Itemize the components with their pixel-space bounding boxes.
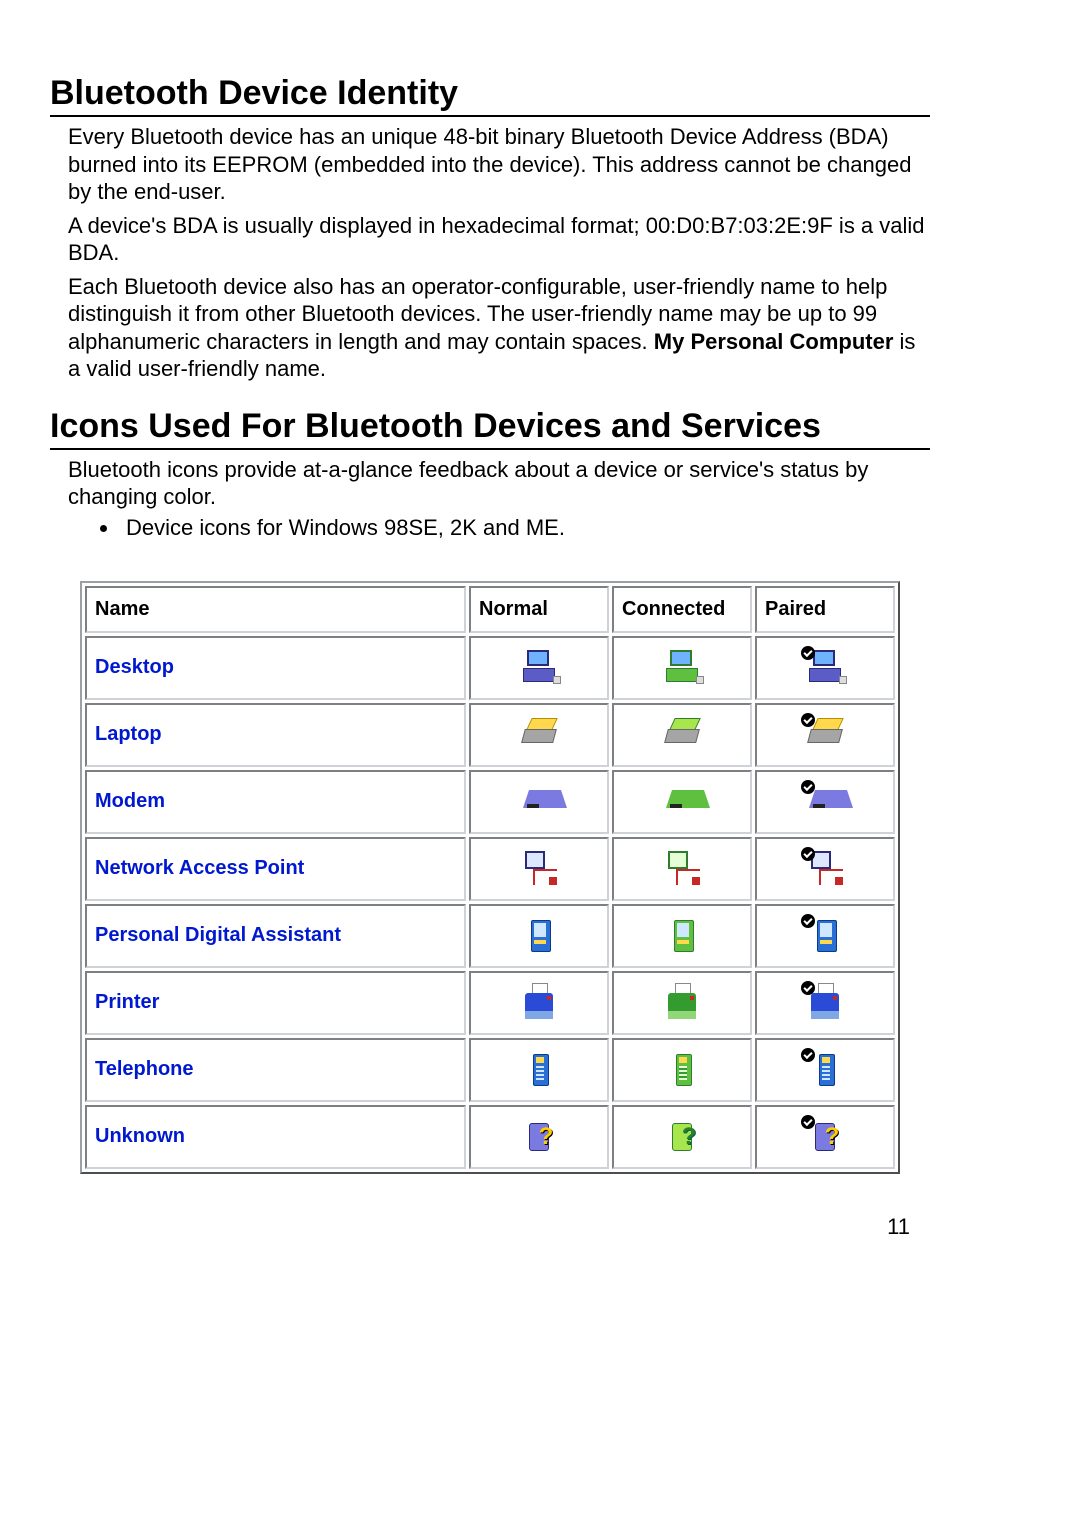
icon-cell-connected: [612, 770, 752, 834]
laptop-icon: [662, 715, 702, 755]
paired-check-icon: [801, 981, 815, 995]
device-name-cell: Telephone: [85, 1038, 466, 1102]
device-name-cell: Personal Digital Assistant: [85, 904, 466, 968]
modem-icon: [519, 782, 559, 822]
tel-icon: [662, 1050, 702, 1090]
unk-icon: ?: [805, 1117, 845, 1157]
icons-intro: Bluetooth icons provide at-a-glance feed…: [68, 456, 930, 511]
section-heading-identity: Bluetooth Device Identity: [50, 74, 930, 117]
modem-icon: [805, 782, 845, 822]
desktop-icon: [519, 648, 559, 688]
icon-cell-connected: [612, 904, 752, 968]
table-row: Laptop: [85, 703, 895, 767]
icon-cell-connected: [612, 703, 752, 767]
icon-cell-paired: ?: [755, 1105, 895, 1169]
icon-cell-connected: [612, 1038, 752, 1102]
device-name-cell: Modem: [85, 770, 466, 834]
icon-cell-paired: [755, 703, 895, 767]
device-name-cell: Network Access Point: [85, 837, 466, 901]
paired-check-icon: [801, 646, 815, 660]
thead-paired: Paired: [755, 586, 895, 633]
identity-para1: Every Bluetooth device has an unique 48-…: [68, 123, 930, 206]
printer-icon: [805, 983, 845, 1023]
desktop-icon: [805, 648, 845, 688]
printer-icon: [519, 983, 559, 1023]
table-row: Telephone: [85, 1038, 895, 1102]
identity-para3-bold: My Personal Computer: [654, 329, 894, 354]
pda-icon: [805, 916, 845, 956]
icon-cell-normal: ?: [469, 1105, 609, 1169]
icon-cell-paired: [755, 837, 895, 901]
nap-icon: [519, 849, 559, 889]
paired-check-icon: [801, 847, 815, 861]
printer-icon: [662, 983, 702, 1023]
modem-icon: [662, 782, 702, 822]
thead-connected: Connected: [612, 586, 752, 633]
icon-cell-connected: ?: [612, 1105, 752, 1169]
paired-check-icon: [801, 914, 815, 928]
icon-cell-normal: [469, 904, 609, 968]
table-row: Desktop: [85, 636, 895, 700]
table-row: Unknown???: [85, 1105, 895, 1169]
icon-cell-normal: [469, 636, 609, 700]
tel-icon: [519, 1050, 559, 1090]
thead-name: Name: [85, 586, 466, 633]
page-number: 11: [50, 1214, 930, 1240]
icon-cell-normal: [469, 770, 609, 834]
icon-cell-normal: [469, 971, 609, 1035]
device-name-cell: Desktop: [85, 636, 466, 700]
icon-cell-paired: [755, 971, 895, 1035]
nap-icon: [662, 849, 702, 889]
table-row: Modem: [85, 770, 895, 834]
icon-cell-connected: [612, 636, 752, 700]
device-name-cell: Laptop: [85, 703, 466, 767]
pda-icon: [662, 916, 702, 956]
paired-check-icon: [801, 713, 815, 727]
icon-cell-paired: [755, 1038, 895, 1102]
tel-icon: [805, 1050, 845, 1090]
icon-cell-normal: [469, 703, 609, 767]
icon-cell-connected: [612, 837, 752, 901]
table-row: Printer: [85, 971, 895, 1035]
paired-check-icon: [801, 1115, 815, 1129]
icon-cell-connected: [612, 971, 752, 1035]
identity-para2: A device's BDA is usually displayed in h…: [68, 212, 930, 267]
desktop-icon: [662, 648, 702, 688]
icon-cell-normal: [469, 837, 609, 901]
thead-normal: Normal: [469, 586, 609, 633]
laptop-icon: [519, 715, 559, 755]
icon-cell-paired: [755, 770, 895, 834]
icons-bullet-1: Device icons for Windows 98SE, 2K and ME…: [120, 515, 930, 541]
device-icon-table: Name Normal Connected Paired DesktopLapt…: [80, 581, 900, 1174]
pda-icon: [519, 916, 559, 956]
icon-cell-paired: [755, 904, 895, 968]
icon-cell-paired: [755, 636, 895, 700]
unk-icon: ?: [662, 1117, 702, 1157]
laptop-icon: [805, 715, 845, 755]
paired-check-icon: [801, 780, 815, 794]
icon-cell-normal: [469, 1038, 609, 1102]
paired-check-icon: [801, 1048, 815, 1062]
unk-icon: ?: [519, 1117, 559, 1157]
nap-icon: [805, 849, 845, 889]
identity-para3: Each Bluetooth device also has an operat…: [68, 273, 930, 383]
device-name-cell: Printer: [85, 971, 466, 1035]
table-row: Personal Digital Assistant: [85, 904, 895, 968]
table-row: Network Access Point: [85, 837, 895, 901]
section-heading-icons: Icons Used For Bluetooth Devices and Ser…: [50, 407, 930, 450]
device-name-cell: Unknown: [85, 1105, 466, 1169]
